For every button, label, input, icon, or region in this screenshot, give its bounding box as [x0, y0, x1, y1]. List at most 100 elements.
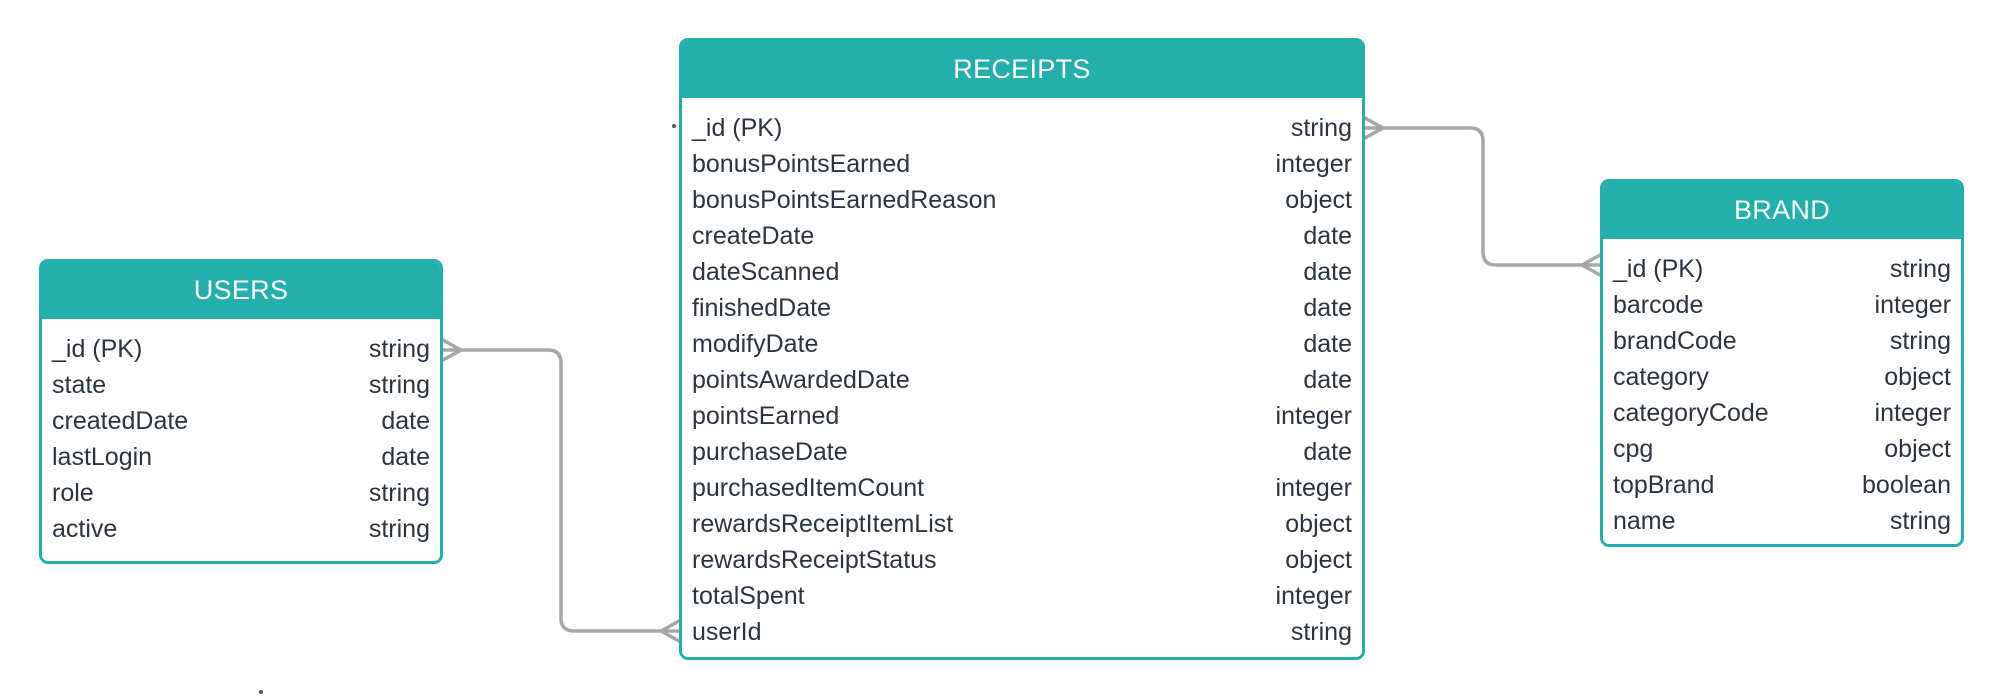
field-list: _id (PK) string bonusPointsEarned integer …	[682, 98, 1362, 650]
connector-users-receipts[interactable]	[441, 348, 681, 633]
field-row[interactable]: _id (PK) string	[1613, 251, 1951, 287]
field-row[interactable]: createDate date	[692, 218, 1352, 254]
field-row[interactable]: _id (PK) string	[692, 110, 1352, 146]
field-name: bonusPointsEarnedReason	[692, 185, 997, 214]
field-row[interactable]: cpg object	[1613, 431, 1951, 467]
field-row[interactable]: brandCode string	[1613, 323, 1951, 359]
field-type: string	[368, 334, 430, 363]
field-name: role	[52, 478, 94, 507]
entity-title: BRAND	[1603, 182, 1961, 239]
field-type: object	[1884, 362, 1951, 391]
field-row[interactable]: userId string	[692, 614, 1352, 650]
stray-dot-receipts	[672, 124, 676, 128]
field-name: modifyDate	[692, 329, 819, 358]
field-row[interactable]: _id (PK) string	[52, 331, 430, 367]
field-type: string	[1889, 254, 1951, 283]
field-type: string	[1290, 617, 1352, 646]
field-type: object	[1285, 509, 1352, 538]
field-name: _id (PK)	[52, 334, 143, 363]
entity-receipts[interactable]: RECEIPTS _id (PK) string bonusPointsEarne…	[679, 38, 1365, 660]
field-type: string	[368, 514, 430, 543]
field-type: date	[1303, 221, 1352, 250]
field-type: object	[1285, 185, 1352, 214]
field-name: userId	[692, 617, 762, 646]
field-name: purchaseDate	[692, 437, 848, 466]
field-name: purchasedItemCount	[692, 473, 925, 502]
field-row[interactable]: createdDate date	[52, 403, 430, 439]
field-type: object	[1884, 434, 1951, 463]
field-row[interactable]: purchasedItemCount integer	[692, 470, 1352, 506]
field-row[interactable]: role string	[52, 475, 430, 511]
field-name: category	[1613, 362, 1709, 391]
field-name: state	[52, 370, 107, 399]
field-row[interactable]: active string	[52, 511, 430, 547]
field-row[interactable]: finishedDate date	[692, 290, 1352, 326]
field-type: boolean	[1862, 470, 1951, 499]
field-name: pointsEarned	[692, 401, 840, 430]
field-type: string	[1290, 113, 1352, 142]
field-type: integer	[1275, 581, 1352, 610]
field-type: string	[1889, 506, 1951, 535]
field-name: brandCode	[1613, 326, 1737, 355]
field-list: _id (PK) string state string createdDate da…	[42, 319, 440, 547]
field-type: string	[368, 370, 430, 399]
field-type: string	[1889, 326, 1951, 355]
field-name: _id (PK)	[1613, 254, 1704, 283]
field-row[interactable]: category object	[1613, 359, 1951, 395]
field-row[interactable]: categoryCode integer	[1613, 395, 1951, 431]
field-row[interactable]: modifyDate date	[692, 326, 1352, 362]
stray-dot-bottom	[259, 690, 263, 694]
field-name: createdDate	[52, 406, 189, 435]
field-name: active	[52, 514, 118, 543]
field-type: date	[1303, 293, 1352, 322]
field-type: integer	[1275, 401, 1352, 430]
erd-canvas: USERS _id (PK) string state string created…	[0, 0, 2000, 696]
field-type: object	[1285, 545, 1352, 574]
field-name: topBrand	[1613, 470, 1715, 499]
field-name: rewardsReceiptItemList	[692, 509, 954, 538]
field-name: totalSpent	[692, 581, 805, 610]
field-name: bonusPointsEarned	[692, 149, 911, 178]
field-name: finishedDate	[692, 293, 831, 322]
field-type: integer	[1275, 149, 1352, 178]
field-row[interactable]: pointsEarned integer	[692, 398, 1352, 434]
field-row[interactable]: rewardsReceiptStatus object	[692, 542, 1352, 578]
field-type: string	[368, 478, 430, 507]
field-type: integer	[1874, 290, 1951, 319]
field-name: rewardsReceiptStatus	[692, 545, 937, 574]
entity-title: USERS	[42, 262, 440, 319]
field-row[interactable]: barcode integer	[1613, 287, 1951, 323]
field-row[interactable]: name string	[1613, 503, 1951, 539]
field-name: cpg	[1613, 434, 1654, 463]
field-name: _id (PK)	[692, 113, 783, 142]
field-name: name	[1613, 506, 1676, 535]
field-type: integer	[1275, 473, 1352, 502]
field-name: createDate	[692, 221, 815, 250]
field-name: categoryCode	[1613, 398, 1769, 427]
field-name: pointsAwardedDate	[692, 365, 910, 394]
field-type: date	[1303, 365, 1352, 394]
field-type: date	[381, 406, 430, 435]
field-row[interactable]: totalSpent integer	[692, 578, 1352, 614]
entity-brand[interactable]: BRAND _id (PK) string barcode integer bran…	[1600, 179, 1964, 547]
field-row[interactable]: state string	[52, 367, 430, 403]
field-type: date	[1303, 437, 1352, 466]
field-type: integer	[1874, 398, 1951, 427]
field-row[interactable]: pointsAwardedDate date	[692, 362, 1352, 398]
entity-title: RECEIPTS	[682, 41, 1362, 98]
field-type: date	[1303, 329, 1352, 358]
connector-receipts-brand[interactable]	[1363, 126, 1602, 267]
field-name: barcode	[1613, 290, 1704, 319]
field-row[interactable]: dateScanned date	[692, 254, 1352, 290]
field-row[interactable]: lastLogin date	[52, 439, 430, 475]
field-list: _id (PK) string barcode integer brandCode s…	[1603, 239, 1961, 539]
field-row[interactable]: topBrand boolean	[1613, 467, 1951, 503]
field-row[interactable]: rewardsReceiptItemList object	[692, 506, 1352, 542]
field-row[interactable]: purchaseDate date	[692, 434, 1352, 470]
field-type: date	[1303, 257, 1352, 286]
entity-users[interactable]: USERS _id (PK) string state string created…	[39, 259, 443, 564]
field-type: date	[381, 442, 430, 471]
field-name: dateScanned	[692, 257, 840, 286]
field-row[interactable]: bonusPointsEarnedReason object	[692, 182, 1352, 218]
field-row[interactable]: bonusPointsEarned integer	[692, 146, 1352, 182]
